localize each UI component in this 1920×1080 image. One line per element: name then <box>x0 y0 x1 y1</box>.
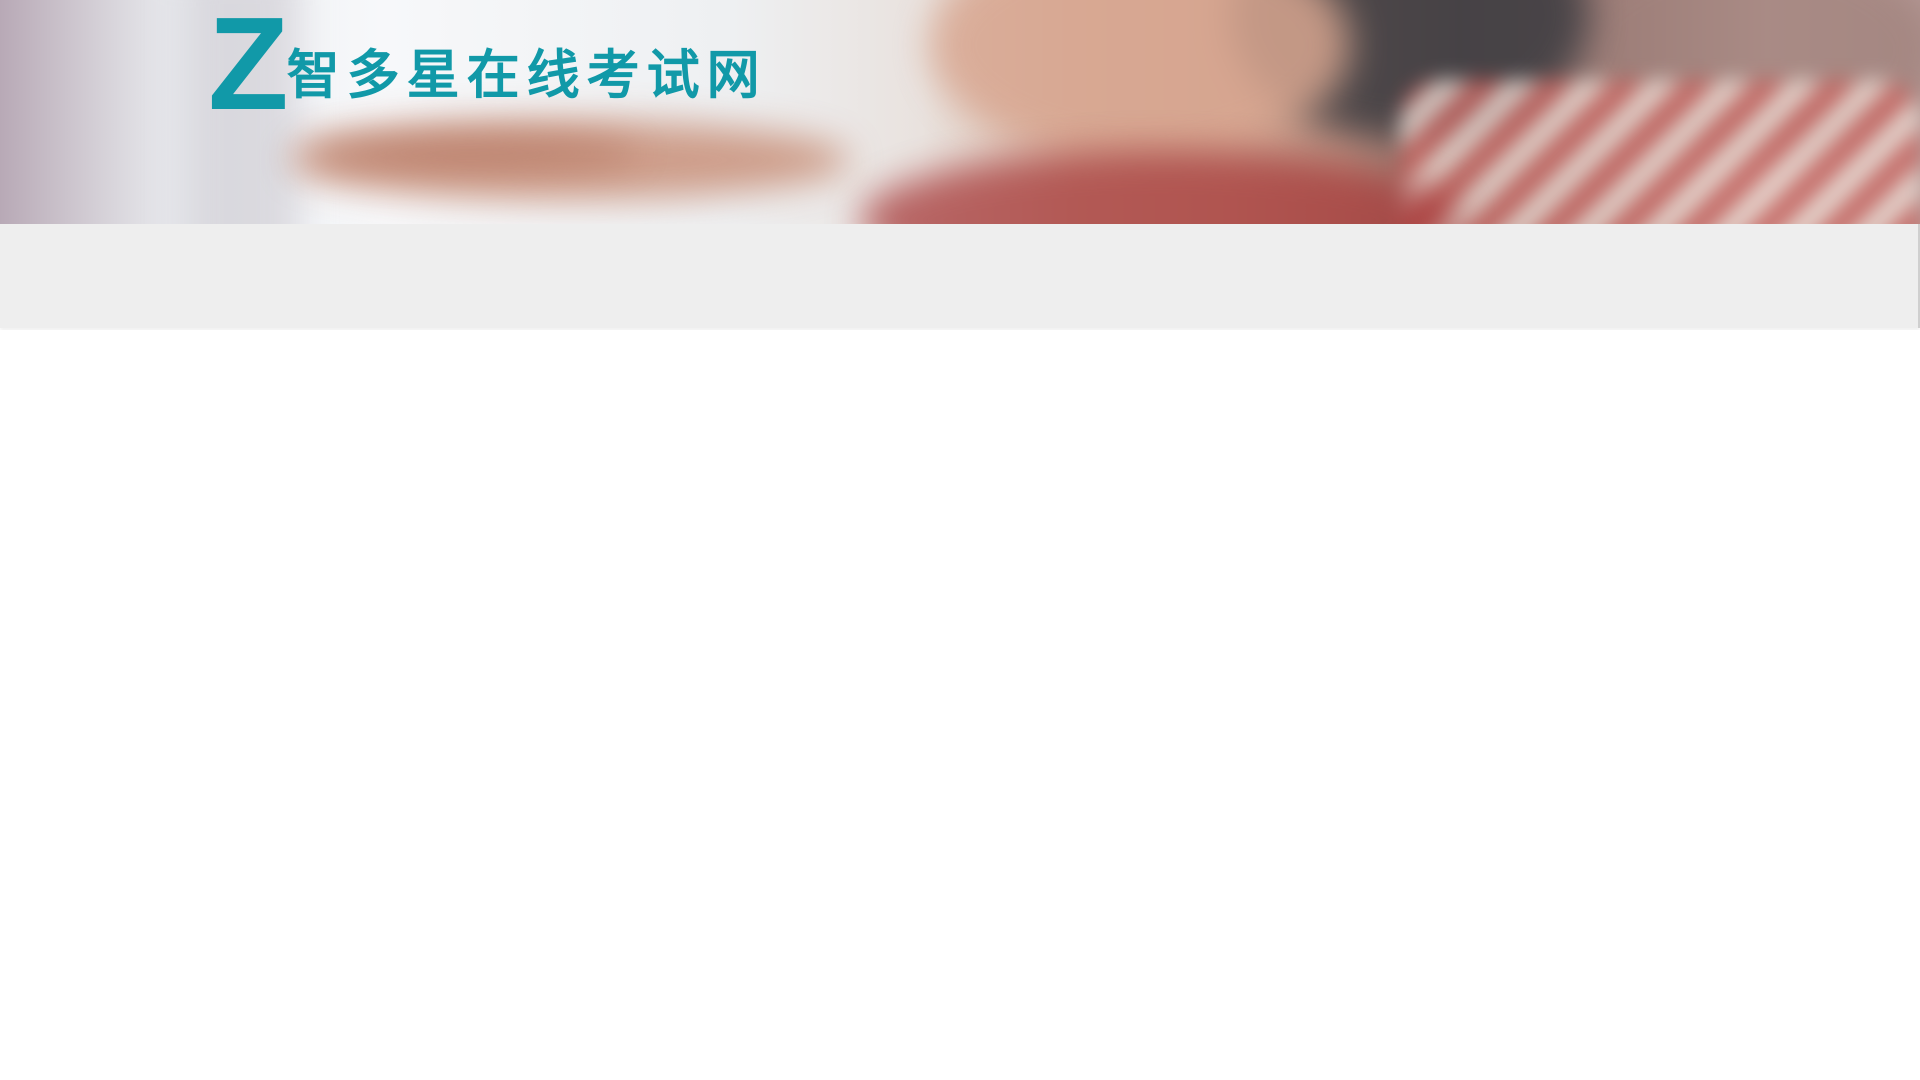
main-content <box>0 330 1920 1080</box>
navigation-bar <box>0 224 1920 328</box>
banner-photo-striped-shirt <box>1400 80 1920 224</box>
header-banner: Z 智多星在线考试网 <box>0 0 1920 224</box>
site-name: 智多星在线考试网 <box>286 45 767 106</box>
site-logo[interactable]: Z 智多星在线考试网 <box>208 0 767 137</box>
banner-photo-red-shirt <box>860 150 1460 224</box>
logo-mark: Z <box>208 0 289 137</box>
page: Z 智多星在线考试网 <box>0 0 1920 1080</box>
banner-photo-finger <box>300 135 640 171</box>
banner-photo-face <box>930 0 1350 160</box>
